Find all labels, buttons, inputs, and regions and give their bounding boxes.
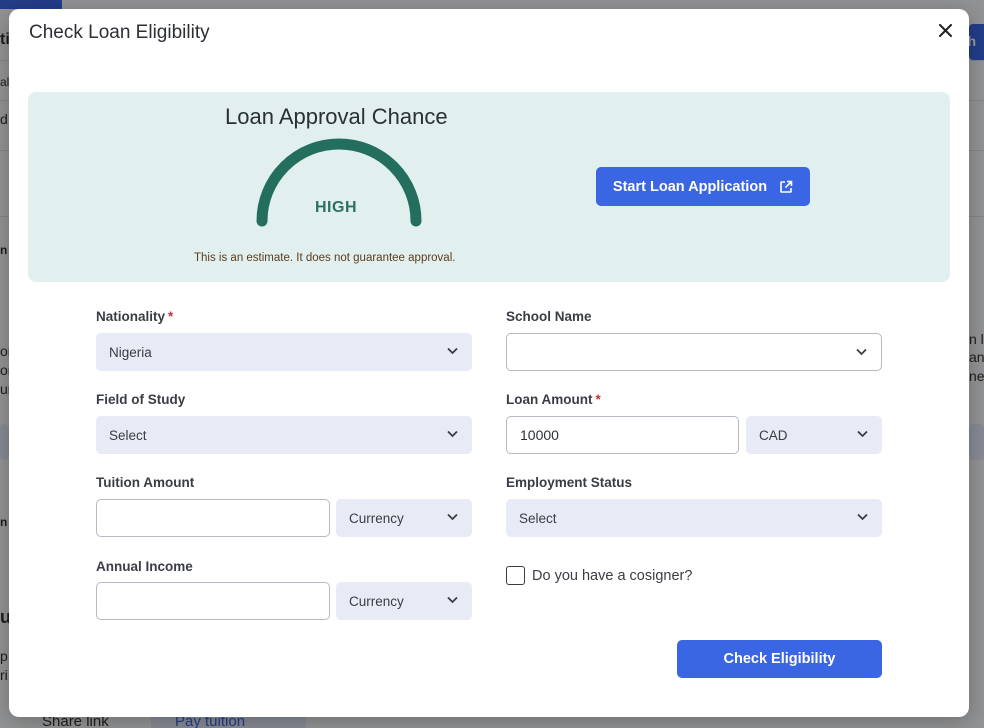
school-name-label: School Name xyxy=(506,309,592,324)
nationality-value: Nigeria xyxy=(109,344,152,360)
employment-status-select[interactable]: Select xyxy=(506,499,882,537)
income-currency-select[interactable]: Currency xyxy=(336,582,472,620)
required-marker: * xyxy=(168,309,174,324)
start-loan-application-label: Start Loan Application xyxy=(612,178,768,195)
approval-disclaimer: This is an estimate. It does not guarant… xyxy=(194,252,456,264)
loan-amount-label: Loan Amount * xyxy=(506,392,601,407)
loan-eligibility-modal: Check Loan Eligibility Loan Approval Cha… xyxy=(9,9,969,717)
employment-status-value: Select xyxy=(519,510,557,526)
tuition-currency-value: Currency xyxy=(349,510,404,526)
loan-amount-input[interactable]: 10000 xyxy=(506,416,739,454)
field-of-study-value: Select xyxy=(109,427,147,443)
approval-level: HIGH xyxy=(315,199,357,216)
nationality-label: Nationality * xyxy=(96,309,174,324)
start-loan-application-button[interactable]: Start Loan Application xyxy=(596,167,810,206)
employment-status-label: Employment Status xyxy=(506,475,633,490)
cosigner-checkbox[interactable] xyxy=(506,566,525,585)
chevron-down-icon xyxy=(447,513,458,521)
chevron-down-icon xyxy=(857,430,868,438)
loan-amount-value: 10000 xyxy=(520,427,559,443)
tuition-amount-label: Tuition Amount xyxy=(96,475,195,490)
check-eligibility-label: Check Eligibility xyxy=(723,651,836,667)
annual-income-input[interactable] xyxy=(96,582,330,620)
annual-income-label: Annual Income xyxy=(96,559,193,574)
cosigner-label[interactable]: Do you have a cosigner? xyxy=(532,568,692,584)
income-currency-value: Currency xyxy=(349,593,404,609)
check-eligibility-button[interactable]: Check Eligibility xyxy=(677,640,882,678)
close-icon[interactable] xyxy=(935,20,955,42)
tuition-currency-select[interactable]: Currency xyxy=(336,499,472,537)
approval-heading: Loan Approval Chance xyxy=(225,104,448,129)
loan-currency-value: CAD xyxy=(759,427,788,443)
external-link-icon xyxy=(780,180,793,193)
loan-currency-select[interactable]: CAD xyxy=(746,416,882,454)
chevron-down-icon xyxy=(447,347,458,355)
chevron-down-icon xyxy=(856,348,867,356)
nationality-select[interactable]: Nigeria xyxy=(96,333,472,371)
chevron-down-icon xyxy=(447,430,458,438)
modal-title: Check Loan Eligibility xyxy=(29,22,210,43)
tuition-amount-input[interactable] xyxy=(96,499,330,537)
field-of-study-label: Field of Study xyxy=(96,392,186,407)
field-of-study-select[interactable]: Select xyxy=(96,416,472,454)
school-name-select[interactable] xyxy=(506,333,882,371)
required-marker: * xyxy=(595,392,601,407)
chevron-down-icon xyxy=(857,513,868,521)
approval-chance-panel: Loan Approval Chance HIGH This is an est… xyxy=(28,92,950,282)
chevron-down-icon xyxy=(447,596,458,604)
